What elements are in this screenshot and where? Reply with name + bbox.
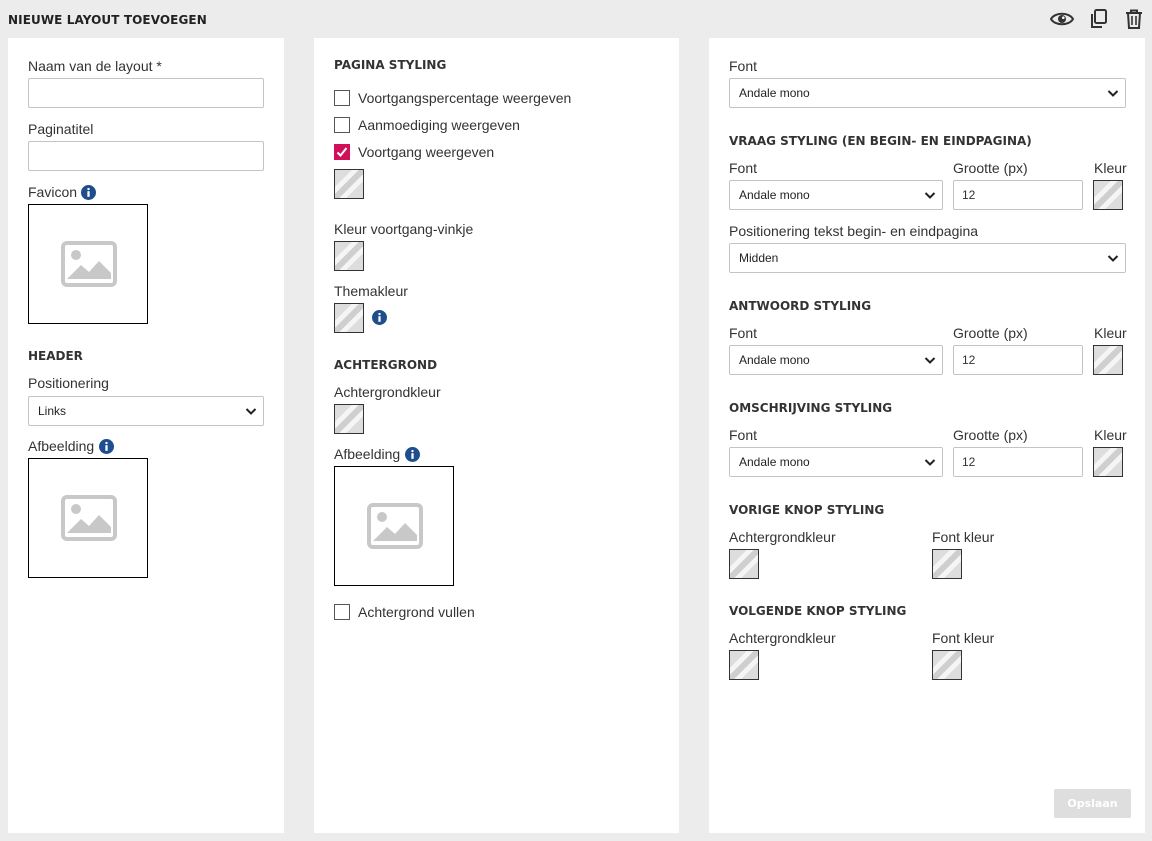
chevron-down-icon <box>1107 255 1119 262</box>
positioning-label: Positionering <box>28 375 109 391</box>
prev-font-color-label: Font kleur <box>932 529 995 545</box>
description-font-label: Font <box>729 427 758 443</box>
answer-color-swatch[interactable] <box>1093 345 1123 375</box>
next-button-styling-section-title: VOLGENDE KNOP STYLING <box>729 604 907 618</box>
header-image-upload[interactable] <box>28 458 148 578</box>
image-placeholder-icon <box>367 503 423 549</box>
answer-font-select[interactable]: Andale mono <box>729 345 943 375</box>
header-section-title: HEADER <box>28 349 83 363</box>
page-title: NIEUWE LAYOUT TOEVOEGEN <box>8 13 207 27</box>
description-font-select[interactable]: Andale mono <box>729 447 943 477</box>
progress-check-color-swatch[interactable] <box>334 241 364 271</box>
next-bg-color-swatch[interactable] <box>729 650 759 680</box>
layout-name-input[interactable] <box>28 78 264 108</box>
favicon-label: Favicon <box>28 184 78 200</box>
chevron-down-icon <box>924 459 936 466</box>
answer-color-label: Kleur <box>1094 325 1127 341</box>
favicon-image-upload[interactable] <box>28 204 148 324</box>
font-label: Font <box>729 58 758 74</box>
info-icon[interactable] <box>372 310 387 325</box>
image-placeholder-icon <box>61 241 117 287</box>
question-styling-section-title: VRAAG STYLING (EN BEGIN- EN EINDPAGINA) <box>729 134 1032 148</box>
question-color-swatch[interactable] <box>1093 180 1123 210</box>
info-icon[interactable] <box>99 439 114 454</box>
eye-icon[interactable] <box>1049 8 1075 30</box>
fill-background-checkbox[interactable] <box>334 604 350 620</box>
copy-icon[interactable] <box>1089 8 1109 30</box>
select-value: Midden <box>739 251 779 265</box>
progress-color-swatch[interactable] <box>334 169 364 199</box>
layout-name-label: Naam van de layout * <box>28 58 162 74</box>
description-color-label: Kleur <box>1094 427 1127 443</box>
progress-check-color-label: Kleur voortgang-vinkje <box>334 221 474 237</box>
progress-checkbox[interactable] <box>334 144 350 160</box>
chevron-down-icon <box>924 357 936 364</box>
background-image-upload[interactable] <box>334 466 454 586</box>
theme-color-swatch[interactable] <box>334 303 364 333</box>
description-color-swatch[interactable] <box>1093 447 1123 477</box>
select-value: Links <box>38 404 67 418</box>
question-size-input[interactable] <box>953 180 1083 210</box>
prev-button-styling-section-title: VORIGE KNOP STYLING <box>729 503 885 517</box>
page-styling-section-title: PAGINA STYLING <box>334 58 447 72</box>
background-image-label: Afbeelding <box>334 446 401 462</box>
description-size-input[interactable] <box>953 447 1083 477</box>
checkmark-icon <box>336 147 348 157</box>
answer-styling-section-title: ANTWOORD STYLING <box>729 299 872 313</box>
progress-percentage-label: Voortgangspercentage weergeven <box>358 90 572 106</box>
background-section-title: ACHTERGROND <box>334 358 438 372</box>
select-value: Andale mono <box>739 188 810 202</box>
select-value: Andale mono <box>739 353 810 367</box>
next-font-color-label: Font kleur <box>932 630 995 646</box>
prev-font-color-swatch[interactable] <box>932 549 962 579</box>
select-value: Andale mono <box>739 86 810 100</box>
prev-bg-color-swatch[interactable] <box>729 549 759 579</box>
page-title-label: Paginatitel <box>28 121 94 137</box>
answer-font-label: Font <box>729 325 758 341</box>
question-font-label: Font <box>729 160 758 176</box>
prev-bg-color-label: Achtergrondkleur <box>729 529 836 545</box>
description-size-label: Grootte (px) <box>953 427 1028 443</box>
background-color-label: Achtergrondkleur <box>334 384 441 400</box>
info-icon[interactable] <box>81 185 96 200</box>
select-value: Andale mono <box>739 455 810 469</box>
description-styling-section-title: OMSCHRIJVING STYLING <box>729 401 893 415</box>
text-position-label: Positionering tekst begin- en eindpagina <box>729 223 979 239</box>
trash-icon[interactable] <box>1124 8 1144 30</box>
question-color-label: Kleur <box>1094 160 1127 176</box>
progress-label: Voortgang weergeven <box>358 144 495 160</box>
text-position-select[interactable]: Midden <box>729 243 1126 273</box>
progress-percentage-checkbox[interactable] <box>334 90 350 106</box>
chevron-down-icon <box>1107 90 1119 97</box>
page-title-input[interactable] <box>28 141 264 171</box>
question-size-label: Grootte (px) <box>953 160 1028 176</box>
fill-background-label: Achtergrond vullen <box>358 604 475 620</box>
answer-size-input[interactable] <box>953 345 1083 375</box>
encouragement-checkbox[interactable] <box>334 117 350 133</box>
save-button[interactable]: Opslaan <box>1054 789 1131 818</box>
next-font-color-swatch[interactable] <box>932 650 962 680</box>
text-styling-panel <box>709 38 1145 833</box>
image-placeholder-icon <box>61 495 117 541</box>
top-bar: NIEUWE LAYOUT TOEVOEGEN <box>0 0 1152 38</box>
font-select[interactable]: Andale mono <box>729 78 1126 108</box>
header-image-label: Afbeelding <box>28 438 95 454</box>
background-color-swatch[interactable] <box>334 404 364 434</box>
chevron-down-icon <box>924 192 936 199</box>
answer-size-label: Grootte (px) <box>953 325 1028 341</box>
theme-color-label: Themakleur <box>334 283 408 299</box>
encouragement-label: Aanmoediging weergeven <box>358 117 520 133</box>
next-bg-color-label: Achtergrondkleur <box>729 630 836 646</box>
chevron-down-icon <box>245 408 257 415</box>
info-icon[interactable] <box>405 447 420 462</box>
question-font-select[interactable]: Andale mono <box>729 180 943 210</box>
header-positioning-select[interactable]: Links <box>28 396 264 426</box>
